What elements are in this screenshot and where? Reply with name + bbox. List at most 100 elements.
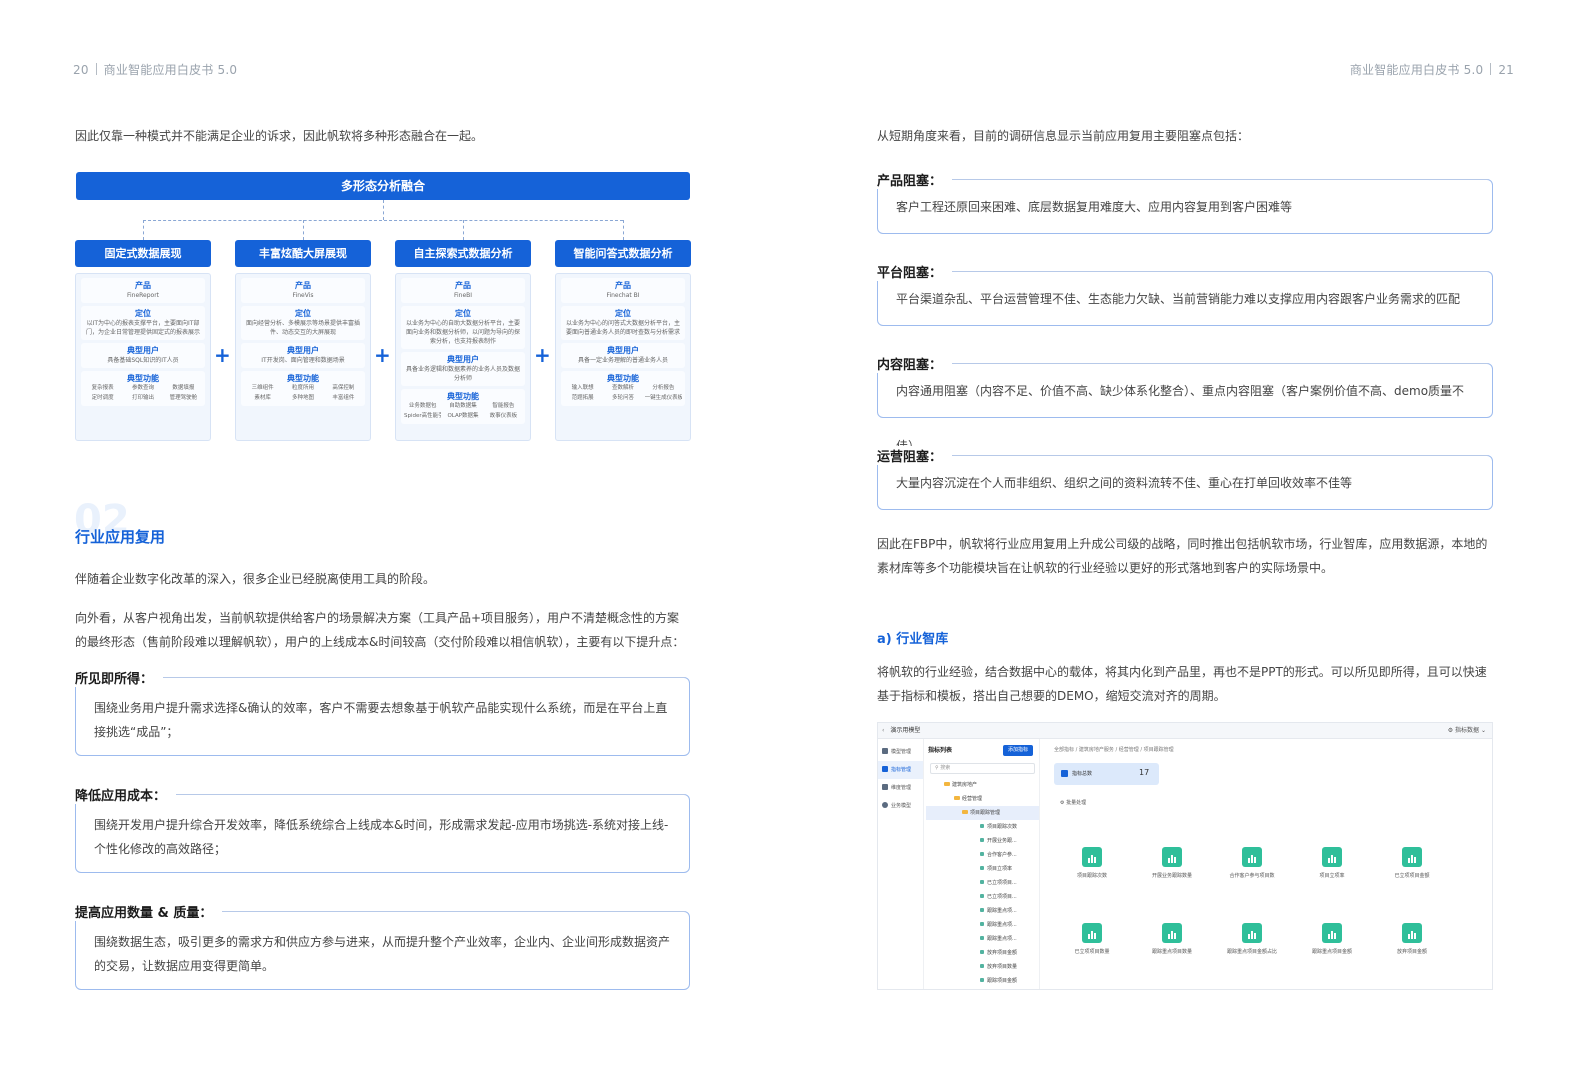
nav-item-model[interactable]: 模型管理 [878,743,923,761]
callout-label: 提高应用数量 & 质量： [75,902,223,921]
tree-label: 跟踪重点项... [987,922,1017,928]
tree-search-input[interactable]: ⚲ 搜索 [930,763,1035,774]
feature: 一键生成仪表板 [644,395,682,401]
chevron-down-icon: ⌄ [1480,727,1486,734]
product-section: 产品 FineVis [241,278,365,303]
tree-label: 放弃项目金额 [987,950,1018,956]
tree-folder[interactable]: 经营管理 [926,792,1039,806]
nav-item-metric[interactable]: 指标管理 [878,761,923,779]
back-icon[interactable]: ‹ [882,727,884,734]
metric-tile[interactable]: 跟踪重点项目金额占比 [1222,923,1282,955]
add-metric-button[interactable]: 添加指标 [1003,745,1033,756]
blocker-box: 客户工程还原回来困难、底层数据复用难度大、应用内容复用到客户困难等 [877,179,1493,234]
metric-icon [980,908,984,912]
metric-tile[interactable]: 放弃项目金额 [1382,923,1442,955]
section-title: 典型用户 [127,346,159,355]
section-title: 产品 [295,281,311,290]
tree-leaf[interactable]: 已立项项目... [926,890,1039,904]
tree-leaf[interactable]: 项目跟踪次数 [926,820,1039,834]
column-head-finevis: 丰富炫酷大屏展现 [235,240,371,267]
nav-item-business-model[interactable]: 业务模型 [878,797,923,815]
tree-header: 指标列表 添加指标 [926,739,1039,761]
blocker-label: 运营阻塞： [877,446,953,465]
blocker-text: 内容通用阻塞（内容不足、价值不高、缺少体系化整合）、重点内容阻塞（客户案例价值不… [896,384,1465,453]
metric-data-dropdown[interactable]: ⚙ 指标数据 ⌄ [1448,723,1486,739]
users-section: 典型用户 具备业务逻辑和数据素养的业务人员及数据分析师 [401,352,525,386]
diagram-connector [383,200,384,220]
folder-icon [962,810,968,814]
callout-box: 围绕业务用户提升需求选择&确认的效率，客户不需要去想象基于帆软产品能实现什么系统… [75,677,690,756]
tree-folder-selected[interactable]: 项目跟踪管理 [926,806,1039,820]
metric-tile[interactable]: 项目立项率 [1302,847,1362,879]
section-title: 定位 [615,309,631,318]
features-section: 典型功能 复杂报表 参数查询 数据填报 定时调度 打印输出 管理驾驶舱 [81,371,205,406]
nav-item-dimension[interactable]: 维度管理 [878,779,923,797]
feature: 业务数据包 [408,403,437,409]
tree-label: 建筑房地产 [952,782,978,788]
left-page-header: 20 商业智能应用白皮书 5.0 [73,61,237,78]
product-name: Finechat BI [606,292,640,299]
metric-tile[interactable]: 已立项项目数量 [1062,923,1122,955]
diagram-connector [303,220,304,240]
search-icon: ⚲ [935,765,939,771]
tree-leaf[interactable]: 跟踪重点项... [926,904,1039,918]
tree-leaf[interactable]: 开展业务跟... [926,834,1039,848]
metric-icon [980,880,984,884]
metric-icon [980,950,984,954]
feature: 素材库 [254,395,271,401]
tree-leaf[interactable]: 合作客户参... [926,848,1039,862]
section-title: 典型功能 [447,392,479,401]
users-section: 典型用户具备基础SQL知识的IT人员 [81,343,205,368]
tree-label: 项目跟踪次数 [987,824,1018,830]
tree-label: 项目立项率 [987,866,1013,872]
tree-label: 跟踪项目金额 [987,978,1018,984]
tree-leaf[interactable]: 跟踪重点项... [926,932,1039,946]
features-section: 典型功能 三维组件 粒度所用 高保控制 素材库 多种地图 丰富组件 [241,371,365,406]
position-text: 以IT为中心的报表支撑平台，主要面向IT部门，为企业日常管理提供固定式的报表展示 [85,320,200,336]
tree-leaf[interactable]: 跟踪重点项... [926,918,1039,932]
metric-icon [980,866,984,870]
tree-leaf[interactable]: 项目立项率 [926,862,1039,876]
tree-leaf[interactable]: 放弃项目金额 [926,946,1039,960]
chart-icon [1402,847,1422,867]
tree-leaf[interactable]: 已立项项目... [926,876,1039,890]
tree-label: 开展业务跟... [987,838,1017,844]
screenshot-title: 演示用模型 [890,727,921,734]
feature: 高保控制 [332,385,355,391]
metric-tile[interactable]: 开展业务跟踪数量 [1142,847,1202,879]
column-head-finebi: 自主探索式数据分析 [395,240,531,267]
column-head-finechat: 智能问答式数据分析 [555,240,691,267]
diagram-connector [143,220,144,240]
left-header-title: 商业智能应用白皮书 5.0 [103,63,238,77]
metric-tile[interactable]: 跟踪重点项目数量 [1142,923,1202,955]
metric-tile[interactable]: 合作客户参与项目数 [1222,847,1282,879]
chart-icon [1162,923,1182,943]
label-rule [220,911,685,912]
users-text: 具备基础SQL知识的IT人员 [107,357,179,364]
metric-content-panel: 全部指标 / 建筑房地产服务 / 经营管理 / 项目跟踪管理 指标总数 17 ⚙… [1042,739,1492,989]
header-separator [1490,63,1492,75]
callout-text: 围绕数据生态，吸引更多的需求方和供应方参与进来，从而提升整个产业效率，企业内、企… [94,935,671,973]
feature: 分析报告 [652,385,675,391]
metric-tile[interactable]: 项目跟踪次数 [1062,847,1122,879]
label-rule [170,794,685,795]
callout-label: 降低应用成本： [75,785,177,804]
tree-leaf[interactable]: 跟踪项目金额 [926,974,1039,988]
nav-label: 模型管理 [891,749,912,755]
features-section: 典型功能 输入联想 查数解析 分析报告 范题拓展 多轮问答 一键生成仪表板 [561,371,685,406]
feature: 输入联想 [571,385,594,391]
tile-label: 已立项项目金额 [1394,873,1430,879]
product-screenshot: ‹ 演示用模型 ⚙ 指标数据 ⌄ 模型管理 指标管理 维度管理 业务模型 指标列表… [877,722,1493,990]
metric-count-value: 17 [1139,768,1150,777]
section-title: 产品 [135,281,151,290]
blocker-label: 产品阻塞： [877,170,953,189]
metric-tile[interactable]: 跟踪重点项目金额 [1302,923,1362,955]
batch-action[interactable]: ⚙ 批量处理 [1060,799,1086,806]
feature: 数据填报 [172,385,195,391]
product-name: FineReport [126,292,160,299]
chart-icon [1162,847,1182,867]
tree-folder[interactable]: 建筑房地产 [926,778,1039,792]
tree-leaf[interactable]: 放弃项目数量 [926,960,1039,974]
blocker-label: 内容阻塞： [877,354,953,373]
metric-tile[interactable]: 已立项项目金额 [1382,847,1442,879]
